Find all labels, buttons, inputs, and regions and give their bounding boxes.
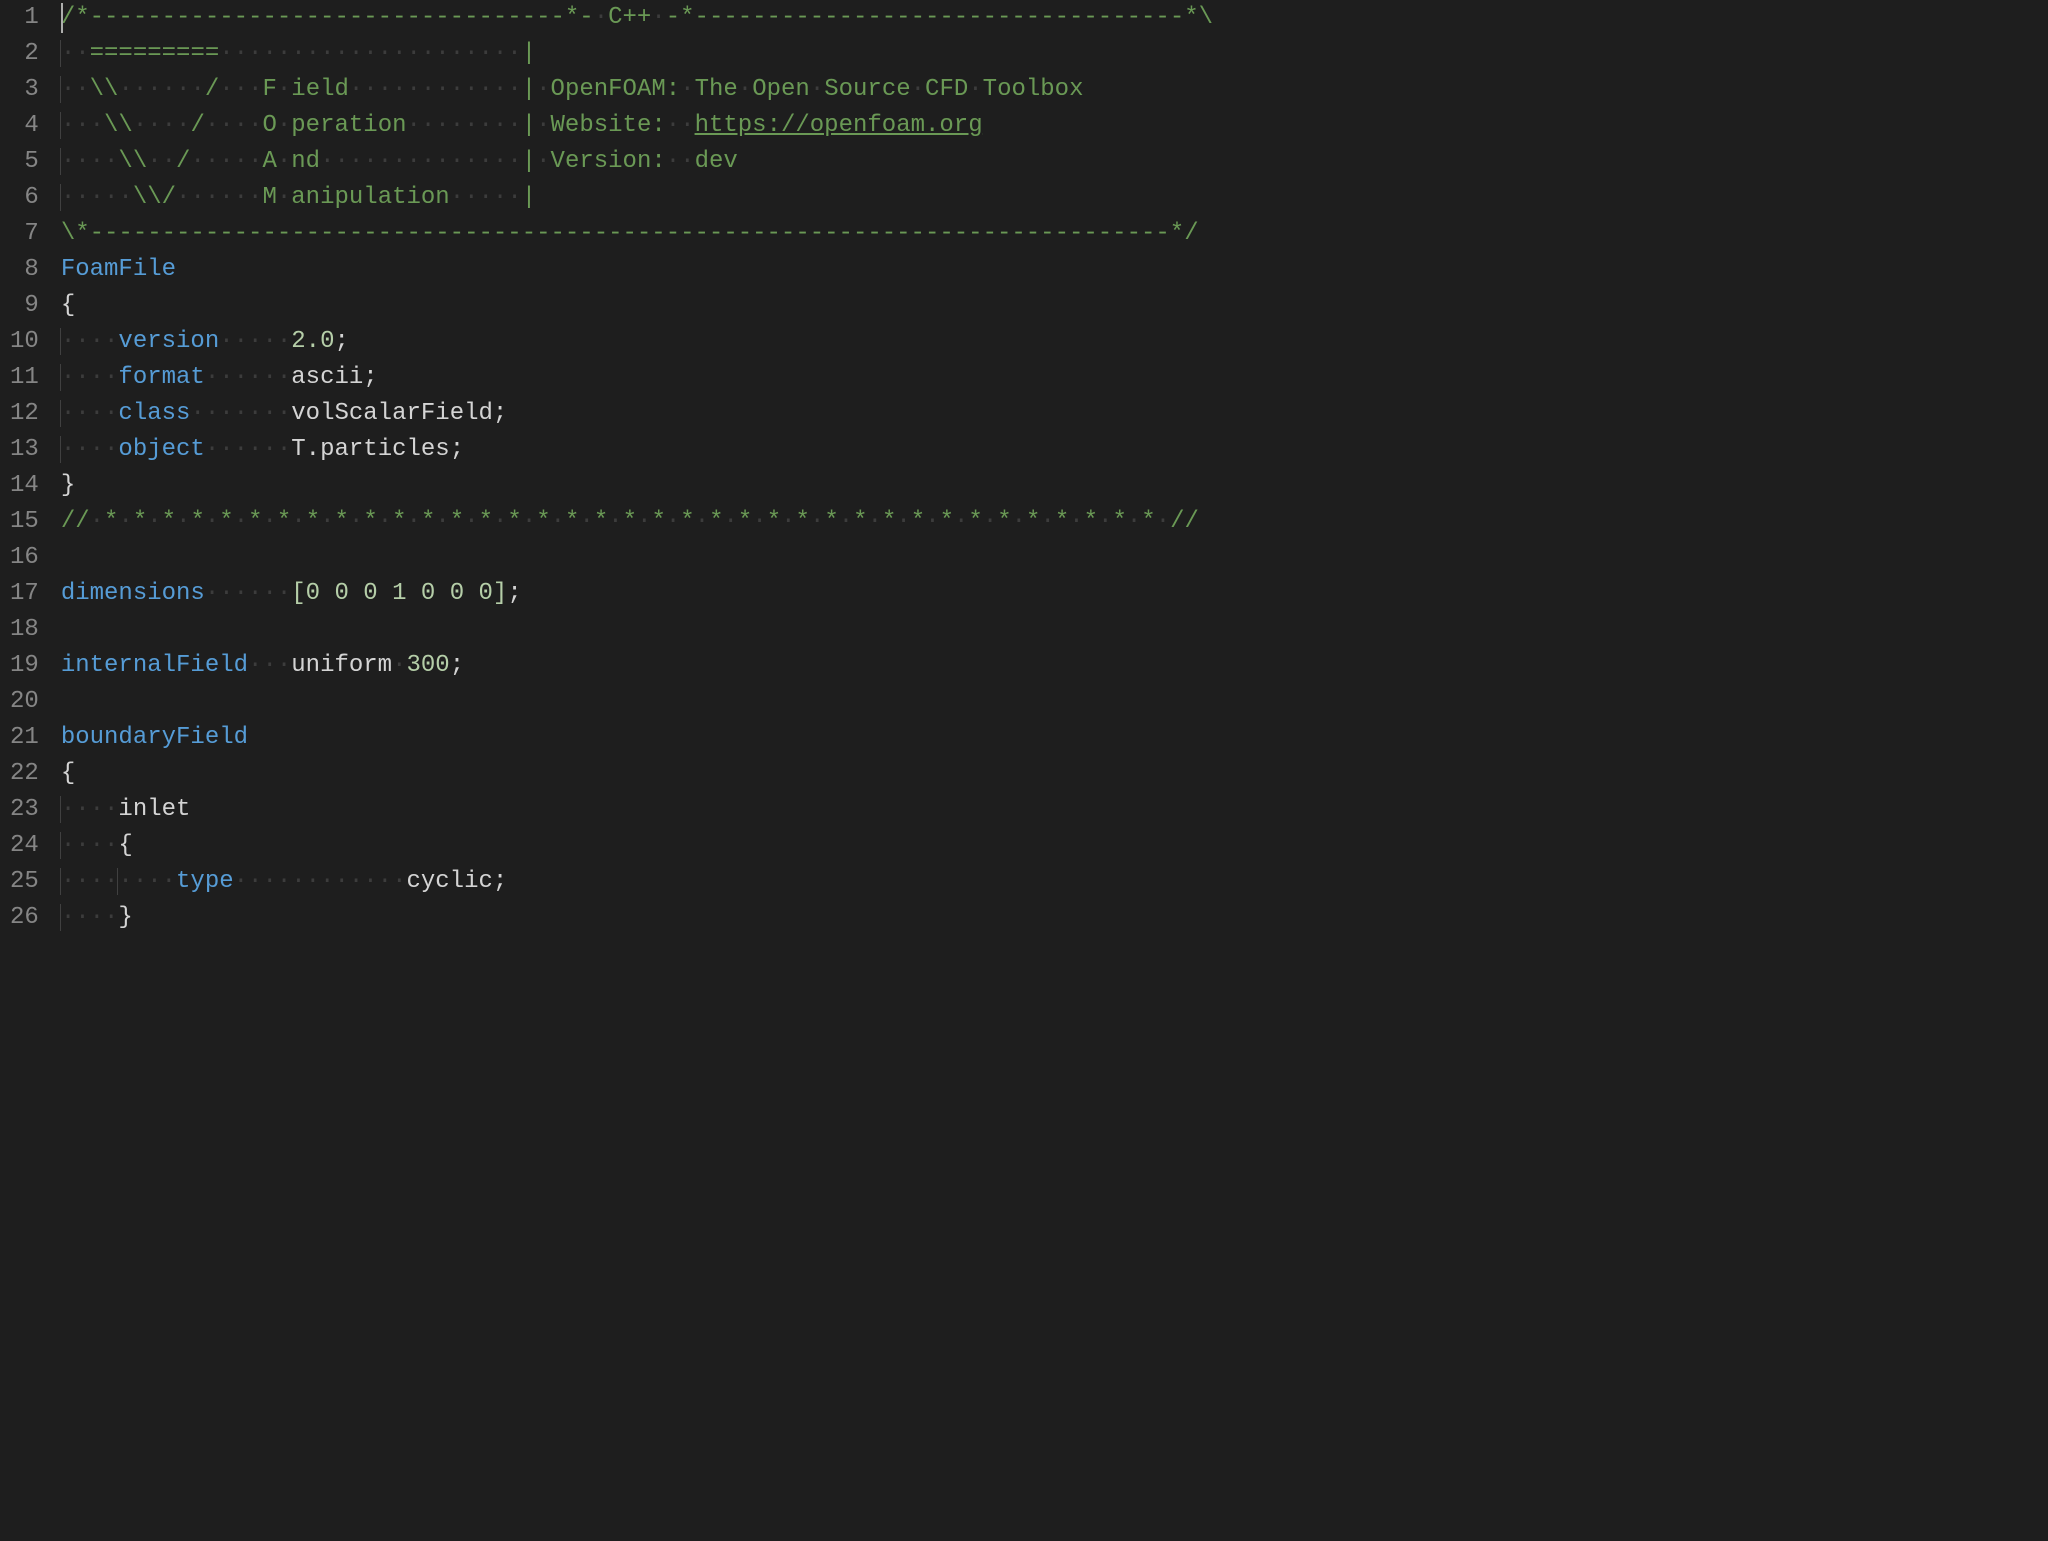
code-line[interactable]: ··=========·····················|: [61, 36, 2048, 72]
code-line[interactable]: dimensions······[0 0 0 1 0 0 0];: [61, 576, 2048, 612]
line-number: 19: [10, 648, 39, 684]
code-line[interactable]: //·*·*·*·*·*·*·*·*·*·*·*·*·*·*·*·*·*·*·*…: [61, 504, 2048, 540]
line-number: 10: [10, 324, 39, 360]
line-number: 12: [10, 396, 39, 432]
code-line[interactable]: ···\\····/····O·peration········|·Websit…: [61, 108, 2048, 144]
code-line[interactable]: {: [61, 756, 2048, 792]
code-line[interactable]: {: [61, 288, 2048, 324]
line-number: 17: [10, 576, 39, 612]
code-line[interactable]: boundaryField: [61, 720, 2048, 756]
line-number: 20: [10, 684, 39, 720]
line-number: 16: [10, 540, 39, 576]
code-line[interactable]: /*---------------------------------*-·C+…: [61, 0, 2048, 36]
code-line[interactable]: [61, 540, 2048, 576]
line-number: 14: [10, 468, 39, 504]
line-number: 22: [10, 756, 39, 792]
line-number: 6: [10, 180, 39, 216]
code-editor[interactable]: 1 2 3 4 5 6 7 8 9 10 11 12 13 14 15 16 1…: [0, 0, 2048, 936]
code-line[interactable]: ····version·····2.0;: [61, 324, 2048, 360]
line-number: 1: [10, 0, 39, 36]
line-number: 13: [10, 432, 39, 468]
line-number: 21: [10, 720, 39, 756]
code-line[interactable]: ····inlet: [61, 792, 2048, 828]
code-line[interactable]: [61, 684, 2048, 720]
code-line[interactable]: FoamFile: [61, 252, 2048, 288]
code-line[interactable]: ····format······ascii;: [61, 360, 2048, 396]
line-number: 3: [10, 72, 39, 108]
code-line[interactable]: ····class·······volScalarField;: [61, 396, 2048, 432]
line-number: 18: [10, 612, 39, 648]
code-line[interactable]: ····}: [61, 900, 2048, 936]
line-number: 11: [10, 360, 39, 396]
line-number: 8: [10, 252, 39, 288]
code-area[interactable]: /*---------------------------------*-·C+…: [57, 0, 2048, 936]
code-line[interactable]: ··\\······/···F·ield············|·OpenFO…: [61, 72, 2048, 108]
line-number: 4: [10, 108, 39, 144]
line-number: 2: [10, 36, 39, 72]
code-line[interactable]: ········type············cyclic;: [61, 864, 2048, 900]
code-line[interactable]: internalField···uniform·300;: [61, 648, 2048, 684]
line-number: 26: [10, 900, 39, 936]
line-number: 7: [10, 216, 39, 252]
code-line[interactable]: [61, 612, 2048, 648]
text-cursor-icon: [61, 3, 63, 33]
code-line[interactable]: ·····\\/······M·anipulation·····|: [61, 180, 2048, 216]
line-number: 23: [10, 792, 39, 828]
line-number: 15: [10, 504, 39, 540]
code-line[interactable]: }: [61, 468, 2048, 504]
line-number: 5: [10, 144, 39, 180]
code-line[interactable]: \*--------------------------------------…: [61, 216, 2048, 252]
line-number-gutter: 1 2 3 4 5 6 7 8 9 10 11 12 13 14 15 16 1…: [0, 0, 57, 936]
code-line[interactable]: ····object······T.particles;: [61, 432, 2048, 468]
line-number: 24: [10, 828, 39, 864]
line-number: 9: [10, 288, 39, 324]
code-line[interactable]: ····\\··/·····A·nd··············|·Versio…: [61, 144, 2048, 180]
code-line[interactable]: ····{: [61, 828, 2048, 864]
line-number: 25: [10, 864, 39, 900]
